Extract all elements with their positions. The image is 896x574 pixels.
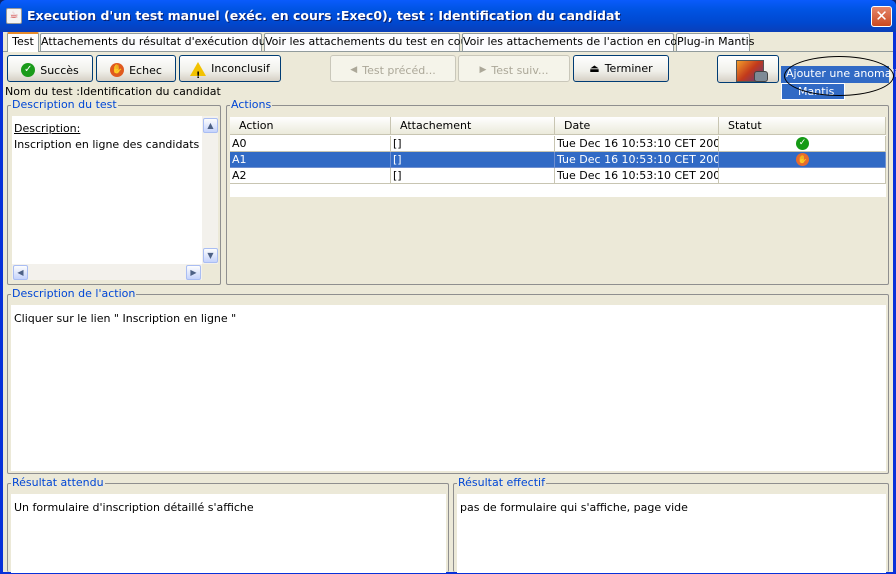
inconclusive-label: Inconclusif (211, 62, 270, 75)
actual-result-legend: Résultat effectif (457, 476, 546, 490)
actual-result-area[interactable]: pas de formulaire qui s'affiche, page vi… (457, 494, 886, 573)
camera-lens-icon (754, 71, 768, 82)
tab-plugin-mantis[interactable]: Plug-in Mantis (676, 33, 754, 51)
next-test-label: Test suiv... (491, 64, 549, 77)
table-row[interactable]: A2 [] Tue Dec 16 10:53:10 CET 2008 (230, 168, 886, 184)
action-description-text: Cliquer sur le lien " Inscription en lig… (14, 312, 237, 325)
arrow-left-icon: ◀ (350, 65, 358, 75)
column-header-attachment[interactable]: Attachement (391, 117, 555, 135)
cell-attachment: [] (391, 168, 555, 184)
actions-group: Actions Action Attachement Date Statut A… (226, 98, 889, 285)
scroll-up-icon[interactable]: ▲ (203, 118, 218, 133)
success-status-icon: ✓ (796, 137, 809, 150)
eject-icon: ⏏ (589, 62, 600, 75)
actions-legend: Actions (230, 98, 273, 112)
tab-test[interactable]: Test (7, 32, 39, 52)
cell-attachment: [] (391, 152, 555, 168)
horizontal-scrollbar[interactable] (12, 264, 202, 280)
action-description-legend: Description de l'action (11, 287, 137, 301)
tab-divider (3, 51, 893, 52)
scroll-down-icon[interactable]: ▼ (203, 248, 218, 263)
column-header-status[interactable]: Statut (719, 117, 886, 135)
expected-result-legend: Résultat attendu (11, 476, 105, 490)
column-header-action[interactable]: Action (230, 117, 391, 135)
next-test-button[interactable]: ▶ Test suiv... (458, 55, 570, 82)
close-button[interactable]: ✕ (871, 6, 892, 27)
expected-result-text: Un formulaire d'inscription détaillé s'a… (14, 501, 254, 514)
test-description-area[interactable]: Description: Inscription en ligne des ca… (12, 116, 202, 264)
tab-action-attachments[interactable]: Voir les attachements de l'action en cou… (462, 33, 694, 51)
menu-item-mantis[interactable]: Mantis (781, 83, 845, 100)
description-text: Inscription en ligne des candidats (14, 138, 200, 151)
action-description-area[interactable]: Cliquer sur le lien " Inscription en lig… (11, 305, 886, 471)
column-header-date[interactable]: Date (555, 117, 719, 135)
java-app-icon: ☕ (6, 8, 22, 24)
cell-status: ✓ (719, 136, 886, 152)
finish-button[interactable]: ⏏ Terminer (573, 55, 669, 82)
stop-hand-icon: ✋ (110, 63, 125, 77)
fail-status-icon: ✋ (796, 153, 809, 166)
previous-test-label: Test précéd... (362, 64, 436, 77)
cell-status (719, 168, 886, 184)
scroll-left-icon[interactable]: ◀ (13, 265, 28, 280)
screenshot-bug-button[interactable] (717, 55, 779, 83)
tab-test-attachments[interactable]: Voir les attachements du test en cours (264, 33, 478, 51)
actions-table[interactable]: Action Attachement Date Statut A0 [] Tue… (230, 117, 886, 197)
main-window: ☕ Execution d'un test manuel (exéc. en c… (0, 0, 896, 574)
fail-label: Echec (129, 63, 162, 77)
arrow-right-icon: ▶ (479, 65, 487, 75)
fail-button[interactable]: ✋ Echec (96, 55, 176, 82)
cell-date: Tue Dec 16 10:53:10 CET 2008 (555, 136, 719, 152)
cell-action: A2 (230, 168, 391, 184)
cell-action: A0 (230, 136, 391, 152)
test-description-legend: Description du test (11, 98, 118, 112)
finish-label: Terminer (604, 62, 653, 75)
inconclusive-button[interactable]: ! Inconclusif (179, 55, 281, 82)
test-description-group: Description du test Description: Inscrip… (7, 98, 221, 285)
success-button[interactable]: ✓ Succès (7, 55, 93, 82)
description-heading: Description: (14, 122, 81, 135)
actual-result-text: pas de formulaire qui s'affiche, page vi… (460, 501, 688, 514)
cell-date: Tue Dec 16 10:53:10 CET 2008 (555, 152, 719, 168)
vertical-scrollbar[interactable] (202, 116, 218, 264)
cell-attachment: [] (391, 136, 555, 152)
title-bar[interactable]: ☕ Execution d'un test manuel (exéc. en c… (0, 0, 896, 32)
previous-test-button[interactable]: ◀ Test précéd... (330, 55, 456, 82)
actual-result-group: Résultat effectif pas de formulaire qui … (453, 476, 889, 573)
cell-date: Tue Dec 16 10:53:10 CET 2008 (555, 168, 719, 184)
window-content: Test Attachements du résultat d'exécutio… (3, 32, 896, 573)
cell-status: ✋ (719, 152, 886, 168)
expected-result-area[interactable]: Un formulaire d'inscription détaillé s'a… (11, 494, 446, 573)
check-icon: ✓ (21, 63, 36, 77)
warning-icon: ! (190, 61, 207, 81)
expected-result-group: Résultat attendu Un formulaire d'inscrip… (7, 476, 449, 573)
action-description-group: Description de l'action Cliquer sur le l… (7, 287, 889, 474)
table-row-selected[interactable]: A1 [] Tue Dec 16 10:53:10 CET 2008 ✋ (230, 152, 886, 168)
tab-execution-attachments[interactable]: Attachements du résultat d'exécution du … (40, 33, 290, 51)
window-title: Execution d'un test manuel (exéc. en cou… (27, 8, 621, 23)
test-name-label: Nom du test :Identification du candidat (5, 85, 221, 98)
table-row[interactable]: A0 [] Tue Dec 16 10:53:10 CET 2008 ✓ (230, 136, 886, 152)
menu-item-add-anomaly[interactable]: Ajouter une anomalie (781, 66, 896, 83)
scroll-right-icon[interactable]: ▶ (186, 265, 201, 280)
cell-action: A1 (230, 152, 391, 168)
success-label: Succès (40, 63, 79, 77)
